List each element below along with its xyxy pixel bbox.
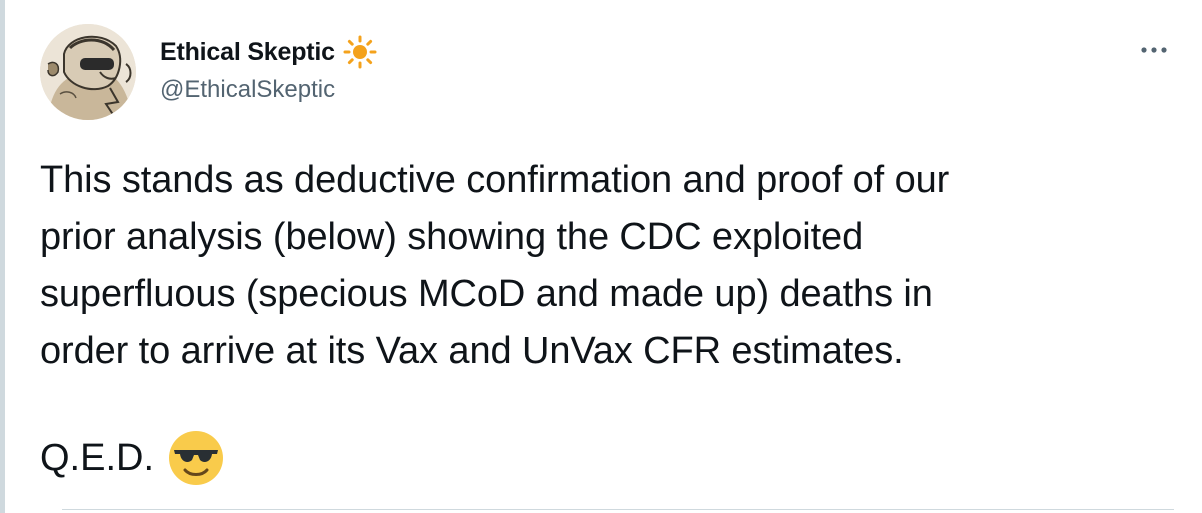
tweet-line: prior analysis (below) showing the CDC e… xyxy=(40,216,864,258)
author-name-row[interactable]: Ethical Skeptic xyxy=(160,34,377,70)
tweet-line: This stands as deductive confirmation an… xyxy=(40,159,950,201)
sign-off-row: Q.E.D. xyxy=(40,428,224,488)
tweet-line: superfluous (specious MCoD and made up) … xyxy=(40,273,933,315)
left-border xyxy=(0,0,5,513)
author-display-name[interactable]: Ethical Skeptic xyxy=(160,38,335,67)
author-handle[interactable]: @EthicalSkeptic xyxy=(160,76,335,104)
avatar[interactable] xyxy=(40,24,136,120)
sun-icon xyxy=(343,35,377,69)
tweet-text: This stands as deductive confirmation an… xyxy=(40,152,1180,380)
sign-off-text: Q.E.D. xyxy=(40,436,155,479)
more-options-icon[interactable] xyxy=(1138,40,1170,60)
smiling-face-with-sunglasses-icon xyxy=(168,430,224,486)
avatar-image xyxy=(40,24,136,120)
divider xyxy=(62,509,1174,510)
tweet-line: order to arrive at its Vax and UnVax CFR… xyxy=(40,330,904,372)
